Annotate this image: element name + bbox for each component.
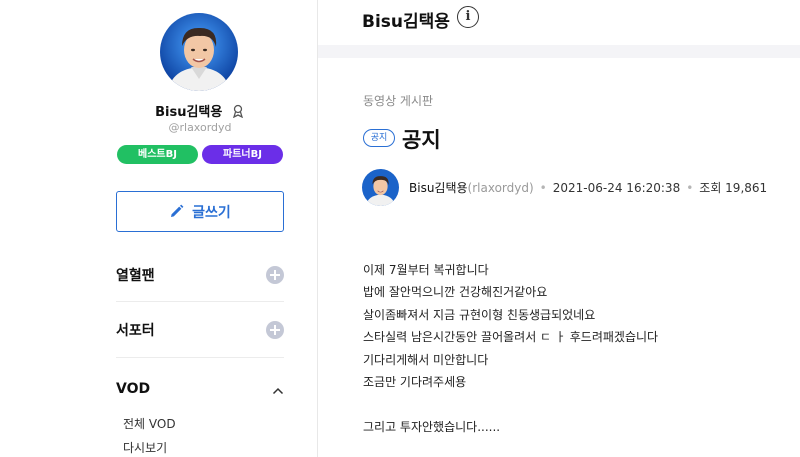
plus-icon[interactable]: [266, 321, 284, 339]
post-body-line: 스타실력 남은시간동안 끌어올려서 ㄷ ㅏ 후드려패겠습니다: [363, 330, 659, 345]
pencil-icon: [171, 204, 184, 217]
post-body-line: 이제 7월부터 복귀합니다: [363, 263, 489, 277]
post-body-line: 조금만 기다려주세용: [363, 374, 467, 389]
author-avatar[interactable]: [362, 169, 399, 206]
post-title: 공지: [402, 128, 441, 152]
menu-fan-club-label: 열혈팬: [116, 268, 155, 284]
header-band: [318, 45, 800, 58]
ribbon-icon[interactable]: [231, 104, 245, 118]
separator-dot: •: [539, 181, 547, 195]
partner-bj-badge: 파트너BJ: [202, 145, 283, 164]
post-body-line: 기다리게해서 미안합니다: [363, 352, 489, 367]
divider: [116, 357, 284, 358]
best-bj-badge: 베스트BJ: [117, 145, 198, 164]
profile-avatar[interactable]: [160, 13, 238, 91]
top-bar: Bisu김택용 i: [318, 0, 800, 45]
post-author-id: (rlaxordyd): [467, 181, 534, 195]
main-content: Bisu김택용 i 동영상 게시판 공지 공지 Bisu김택용(rlaxordy…: [318, 0, 800, 457]
channel-title: Bisu김택용: [362, 12, 450, 32]
notice-tag: 공지: [363, 129, 395, 147]
menu-supporter-label: 서포터: [116, 323, 155, 339]
chevron-up-icon[interactable]: [272, 380, 284, 399]
menu-vod[interactable]: VOD: [116, 379, 284, 399]
post-body-line: 살이좀빠져서 지금 규현이형 친동생급되었네요: [363, 307, 596, 322]
menu-fan-club[interactable]: 열혈팬: [116, 265, 284, 285]
post-body: 이제 7월부터 복귀합니다 밥에 잘안먹으니깐 건강해진거같아요 살이좀빠져서 …: [363, 259, 658, 438]
separator-dot: •: [686, 181, 694, 195]
write-post-button[interactable]: 글쓰기: [116, 191, 284, 232]
vod-sub-all[interactable]: 전체 VOD: [123, 415, 176, 432]
post-body-line: 밥에 잘안먹으니깐 건강해진거같아요: [363, 285, 548, 300]
vod-sub-replay[interactable]: 다시보기: [123, 439, 167, 456]
profile-nickname: Bisu김택용: [155, 105, 223, 120]
sidebar: Bisu김택용 @rlaxordyd 베스트BJ 파트너BJ 글쓰기 열혈팬 서…: [0, 0, 318, 457]
post-views: 조회 19,861: [699, 181, 768, 195]
menu-vod-label: VOD: [116, 381, 151, 397]
post-meta: Bisu김택용(rlaxordyd) • 2021-06-24 16:20:38 • 조…: [409, 179, 767, 196]
menu-supporter[interactable]: 서포터: [116, 320, 284, 340]
plus-icon[interactable]: [266, 266, 284, 284]
post-date: 2021-06-24 16:20:38: [552, 181, 681, 195]
post-body-line: [363, 393, 658, 415]
write-post-label: 글쓰기: [192, 204, 231, 221]
post-author[interactable]: Bisu김택용: [409, 181, 468, 195]
divider: [116, 301, 284, 302]
info-icon[interactable]: i: [457, 6, 479, 28]
board-name[interactable]: 동영상 게시판: [363, 92, 433, 109]
post-body-line: 그리고 투자안했습니다......: [363, 419, 501, 434]
